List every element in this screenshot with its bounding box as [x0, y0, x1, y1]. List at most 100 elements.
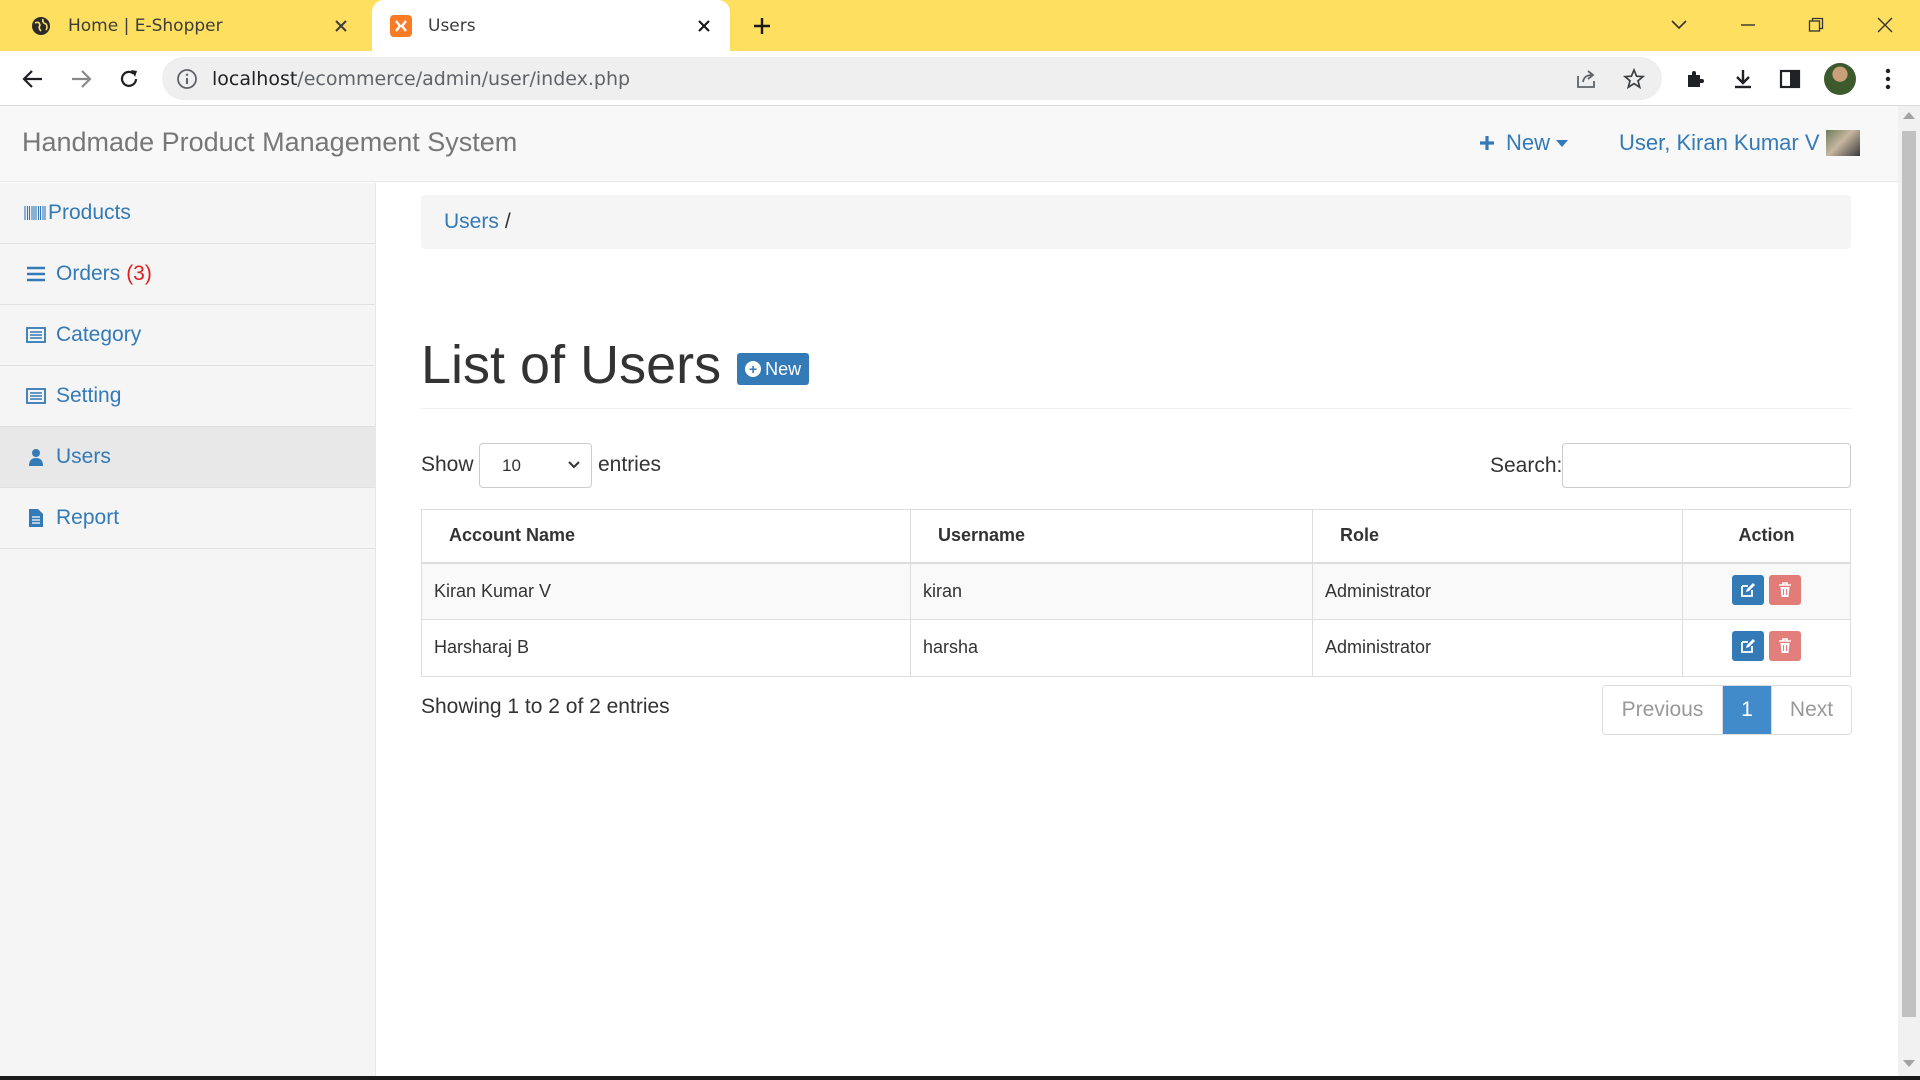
- table-row: Harsharaj B harsha Administrator: [421, 619, 1851, 677]
- plus-circle-icon: +: [745, 361, 762, 377]
- tab-title: Home | E-Shopper: [68, 15, 223, 36]
- list-icon: [26, 264, 46, 284]
- minimize-icon[interactable]: [1733, 10, 1763, 40]
- edit-icon: [1741, 639, 1755, 653]
- caret-down-icon: [1556, 139, 1569, 147]
- tab-home[interactable]: Home | E-Shopper: [12, 0, 367, 51]
- tab-search-chevron-icon[interactable]: [1664, 10, 1694, 40]
- new-user-button[interactable]: + New: [737, 353, 810, 385]
- cell-account-name: Harsharaj B: [421, 619, 911, 677]
- pagination: Previous 1 Next: [1602, 685, 1852, 735]
- page-length-select[interactable]: 10: [479, 443, 592, 488]
- page-title: List of Users: [421, 335, 722, 395]
- address-bar[interactable]: localhost/ecommerce/admin/user/index.php: [162, 57, 1662, 100]
- page-number-button[interactable]: 1: [1723, 686, 1771, 734]
- tab-title: Users: [428, 15, 476, 36]
- new-user-label: New: [765, 358, 802, 379]
- column-header-username[interactable]: Username: [910, 509, 1313, 564]
- new-tab-plus-icon[interactable]: [748, 12, 776, 40]
- cell-role: Administrator: [1312, 562, 1683, 620]
- user-avatar: [1825, 130, 1860, 156]
- window-bottom-edge: [0, 1076, 1920, 1080]
- sidebar-item-report[interactable]: Report: [0, 488, 375, 549]
- list-alt-icon: [26, 386, 46, 406]
- breadcrumb-users-link[interactable]: Users: [444, 210, 499, 234]
- close-icon[interactable]: [329, 14, 353, 38]
- sidebar-item-label: Setting: [56, 384, 122, 407]
- search-label: Search:: [1490, 454, 1563, 477]
- browser-toolbar: localhost/ecommerce/admin/user/index.php: [0, 51, 1920, 106]
- scroll-down-arrow-icon[interactable]: [1903, 1060, 1915, 1067]
- new-dropdown-button[interactable]: New: [1478, 130, 1569, 156]
- barcode-icon: [24, 203, 46, 223]
- edit-button[interactable]: [1731, 574, 1764, 605]
- column-header-role[interactable]: Role: [1312, 509, 1683, 564]
- browser-tabstrip: Home | E-Shopper Users: [0, 0, 1920, 51]
- users-table: Account Name Username Role Action Kiran …: [421, 509, 1851, 677]
- sidebar-item-label: Orders: [56, 262, 121, 285]
- sidebar-item-products[interactable]: Products: [0, 183, 375, 244]
- profile-avatar[interactable]: [1824, 63, 1856, 95]
- edit-button[interactable]: [1731, 631, 1764, 661]
- cell-action: [1682, 619, 1851, 677]
- show-label: Show: [421, 453, 474, 476]
- info-icon[interactable]: [176, 68, 198, 90]
- page-scrollbar[interactable]: [1898, 106, 1920, 1076]
- scrollbar-thumb[interactable]: [1902, 131, 1916, 1017]
- page-viewport: Handmade Product Management System New U…: [0, 106, 1898, 1076]
- edit-icon: [1741, 582, 1755, 597]
- sidebar-item-label: Products: [48, 201, 131, 224]
- delete-button[interactable]: [1769, 574, 1801, 605]
- sidebar-item-category[interactable]: Category: [0, 305, 375, 366]
- breadcrumb: Users /: [421, 195, 1851, 249]
- sidebar-item-users[interactable]: Users: [0, 427, 375, 488]
- menu-dots-icon[interactable]: [1872, 63, 1904, 95]
- sidebar-item-setting[interactable]: Setting: [0, 366, 375, 427]
- cell-account-name: Kiran Kumar V: [421, 562, 911, 620]
- column-header-action: Action: [1682, 509, 1851, 564]
- column-header-account-name[interactable]: Account Name: [421, 509, 911, 564]
- table-header-row: Account Name Username Role Action: [421, 509, 1851, 564]
- side-panel-icon[interactable]: [1774, 63, 1806, 95]
- sidebar-item-orders[interactable]: Orders (3): [0, 244, 375, 305]
- close-icon[interactable]: [692, 14, 716, 38]
- sidebar-item-label: Users: [56, 445, 111, 468]
- bookmark-star-icon[interactable]: [1621, 66, 1647, 92]
- trash-icon: [1779, 581, 1791, 597]
- breadcrumb-separator: /: [504, 210, 511, 233]
- search-input[interactable]: [1562, 443, 1851, 488]
- url-text: localhost/ecommerce/admin/user/index.php: [212, 68, 630, 90]
- forward-arrow-icon[interactable]: [64, 62, 98, 96]
- reload-icon[interactable]: [112, 62, 146, 96]
- extensions-puzzle-icon[interactable]: [1679, 63, 1711, 95]
- xampp-icon: [390, 14, 412, 37]
- cell-action: [1682, 562, 1851, 620]
- entries-label: entries: [598, 453, 662, 476]
- url-path: /ecommerce/admin/user/index.php: [297, 68, 631, 90]
- sidebar: Products Orders (3) Category Setting Use…: [0, 183, 376, 1076]
- cell-username: kiran: [910, 562, 1313, 620]
- table-info: Showing 1 to 2 of 2 entries: [421, 695, 670, 718]
- user-icon: [26, 447, 46, 467]
- orders-count-badge: (3): [126, 262, 152, 285]
- scroll-up-arrow-icon[interactable]: [1903, 112, 1915, 119]
- list-alt-icon: [26, 325, 46, 345]
- close-window-icon[interactable]: [1870, 10, 1900, 40]
- restore-icon[interactable]: [1801, 10, 1831, 40]
- previous-page-button[interactable]: Previous: [1603, 686, 1723, 734]
- download-icon[interactable]: [1727, 63, 1759, 95]
- delete-button[interactable]: [1769, 631, 1801, 661]
- cell-role: Administrator: [1312, 619, 1683, 677]
- user-menu[interactable]: User, Kiran Kumar V: [1619, 130, 1860, 156]
- file-icon: [26, 508, 46, 528]
- globe-icon: [30, 15, 52, 37]
- tab-users[interactable]: Users: [372, 0, 730, 51]
- brand-title[interactable]: Handmade Product Management System: [22, 127, 517, 158]
- top-navbar: Handmade Product Management System New U…: [0, 106, 1898, 182]
- page-length-value: 10: [502, 456, 521, 475]
- back-arrow-icon[interactable]: [16, 62, 50, 96]
- url-host: localhost: [212, 68, 298, 90]
- trash-icon: [1779, 638, 1791, 653]
- share-icon[interactable]: [1573, 66, 1599, 92]
- next-page-button[interactable]: Next: [1771, 686, 1851, 734]
